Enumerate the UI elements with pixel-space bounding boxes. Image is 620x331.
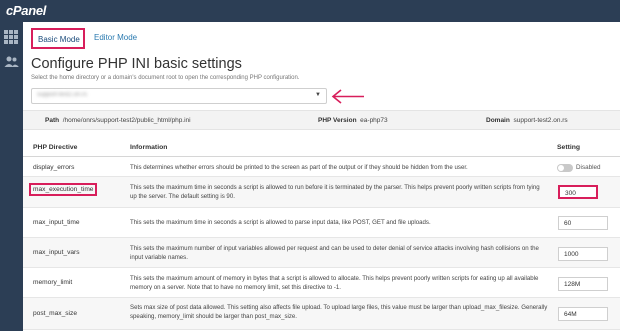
directive-info: Sets max size of post data allowed. This… <box>130 304 548 320</box>
domain-value: support-test2.on.rs <box>513 117 568 124</box>
memory-limit-input[interactable]: 128M <box>558 277 608 291</box>
php-version-label: PHP Version <box>318 117 357 124</box>
sidebar <box>0 22 23 331</box>
caret-down-icon: ▼ <box>315 92 321 98</box>
directive-info: This sets the maximum time in seconds a … <box>130 184 540 200</box>
directive-name-wrap: max_execution_time <box>29 183 98 196</box>
page-title: Configure PHP INI basic settings <box>31 56 242 72</box>
arrow-left-icon <box>331 89 364 104</box>
directive-info: This sets the maximum amount of memory i… <box>130 275 539 291</box>
toggle-label: Disabled <box>576 164 601 171</box>
tab-editor-mode[interactable]: Editor Mode <box>89 28 142 49</box>
max-execution-time-input[interactable]: 300 <box>558 185 598 199</box>
max-input-vars-input[interactable]: 1000 <box>558 247 608 261</box>
directive-name: max_input_time <box>33 219 80 226</box>
users-icon[interactable] <box>4 54 19 69</box>
domain-label: Domain <box>486 117 510 124</box>
header-information: Information <box>130 144 168 151</box>
top-bar: cPanel <box>0 0 620 22</box>
cpanel-logo[interactable]: cPanel <box>6 3 46 18</box>
table-row: max_execution_time This sets the maximum… <box>23 177 620 208</box>
directive-name: display_errors <box>33 164 75 171</box>
page-subtitle: Select the home directory or a domain's … <box>31 75 300 81</box>
php-version-value: ea-php73 <box>360 117 388 124</box>
post-max-size-input[interactable]: 64M <box>558 307 608 321</box>
php-version-info: PHP Version ea-php73 <box>318 117 388 124</box>
directive-info: This sets the maximum number of input va… <box>130 245 539 261</box>
directive-info: This determines whether errors should be… <box>130 164 468 171</box>
directive-name: max_input_vars <box>33 249 80 256</box>
path-label: Path <box>45 117 60 124</box>
table-row: max_input_time This sets the maximum tim… <box>23 208 620 238</box>
display-errors-toggle[interactable] <box>557 164 573 172</box>
table-row: post_max_size Sets max size of post data… <box>23 298 620 330</box>
directive-name: max_execution_time <box>29 183 98 196</box>
max-input-time-input[interactable]: 60 <box>558 216 608 230</box>
header-directive: PHP Directive <box>33 144 78 151</box>
tab-basic-mode[interactable]: Basic Mode <box>31 28 85 49</box>
table-row: memory_limit This sets the maximum amoun… <box>23 268 620 298</box>
directive-name: memory_limit <box>33 279 73 286</box>
table-row: display_errors This determines whether e… <box>23 158 620 177</box>
directive-name: post_max_size <box>33 310 77 317</box>
main-content: Basic Mode Editor Mode Configure PHP INI… <box>23 22 620 331</box>
path-info: Path /home/onrs/support-test2/public_htm… <box>45 117 191 124</box>
location-select[interactable]: support-test2.on.rs ▼ <box>31 88 327 104</box>
path-value: /home/onrs/support-test2/public_html/php… <box>62 117 191 124</box>
table-row: max_input_vars This sets the maximum num… <box>23 238 620 268</box>
grid-icon[interactable] <box>4 30 19 45</box>
header-setting: Setting <box>557 144 581 151</box>
config-info-bar: Path /home/onrs/support-test2/public_htm… <box>23 110 620 130</box>
domain-info: Domain support-test2.on.rs <box>486 117 568 124</box>
directive-info: This sets the maximum time in seconds a … <box>130 219 431 226</box>
table-header: PHP Directive Information Setting <box>23 140 620 157</box>
location-select-value: support-test2.on.rs <box>37 92 88 98</box>
